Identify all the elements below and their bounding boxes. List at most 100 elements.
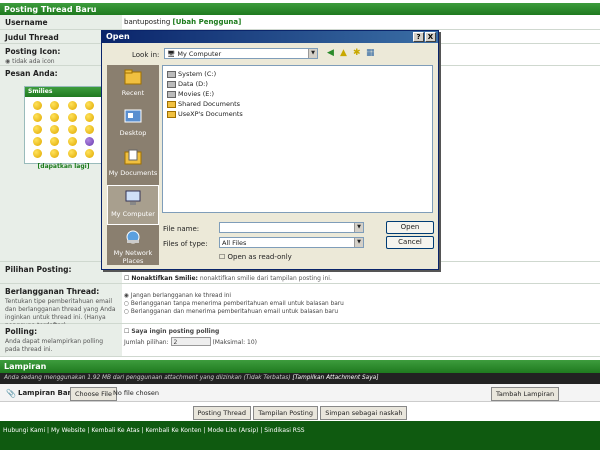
look-in-label: Look in: <box>132 51 160 59</box>
smiley-icon[interactable] <box>85 113 95 122</box>
username-row: Username bantuposting [Ubah Pengguna] <box>0 15 600 30</box>
sub-radio-1[interactable]: ◉ <box>124 293 129 299</box>
place-label-recent: Recent <box>121 89 145 97</box>
username-label: Username <box>0 15 122 29</box>
change-user-link[interactable]: [Ubah Pengguna] <box>173 18 242 26</box>
smiley-icon[interactable] <box>85 101 95 110</box>
poll-desc: Anda dapat melampirkan polling pada thre… <box>5 338 104 353</box>
cancel-button[interactable]: Cancel <box>386 236 434 249</box>
my-computer-icon <box>125 190 141 205</box>
file-list[interactable]: System (C:) Data (D:) Movies (E:) Shared… <box>162 65 433 213</box>
show-attachments-link[interactable]: [Tampilkan Attachment Saya] <box>292 375 378 381</box>
place-network[interactable]: My Network Places <box>107 225 159 265</box>
smiley-icon[interactable] <box>50 125 60 134</box>
smiley-icon[interactable] <box>67 125 77 134</box>
new-folder-icon[interactable]: ✱ <box>353 48 361 58</box>
smiley-icon[interactable] <box>50 101 60 110</box>
place-label-network: My Network Places <box>113 249 153 265</box>
back-icon[interactable]: ◀ <box>327 48 334 58</box>
smiley-icon[interactable] <box>67 113 77 122</box>
disable-smilies-label: Nonaktifkan Smilie: <box>131 275 198 282</box>
sub-option-3: Berlangganan dan menerima pemberitahuan … <box>130 309 339 315</box>
network-icon <box>126 230 140 244</box>
list-item[interactable]: System (C:) <box>165 69 430 79</box>
close-button[interactable]: X <box>425 32 436 42</box>
read-only-checkbox[interactable]: ☐ <box>219 253 225 261</box>
place-my-computer[interactable]: My Computer <box>107 185 159 225</box>
smiley-icon[interactable] <box>32 113 42 122</box>
smiley-icon[interactable] <box>50 137 60 146</box>
file-label: Movies (E:) <box>178 90 215 98</box>
place-recent[interactable]: Recent <box>107 65 159 105</box>
footer-links[interactable]: Hubungi Kami | My Website | Kembali Ke A… <box>3 427 305 434</box>
list-item[interactable]: UseXP's Documents <box>165 109 430 119</box>
username-value: bantuposting <box>124 18 171 26</box>
file-label: System (C:) <box>178 70 217 78</box>
page-header: Posting Thread Baru <box>0 3 600 15</box>
attachments-title: Lampiran <box>4 362 47 371</box>
look-in-value: My Computer <box>177 50 222 58</box>
icon-label: Posting Icon: <box>5 47 61 56</box>
drive-icon <box>167 70 176 78</box>
list-item[interactable]: Movies (E:) <box>165 89 430 99</box>
poll-max: (Maksimal: 10) <box>212 339 257 346</box>
action-bar: Posting Thread Tampilan Posting Simpan s… <box>0 406 600 420</box>
file-label: UseXP's Documents <box>178 110 243 118</box>
file-name-input[interactable]: ▼ <box>219 222 364 233</box>
sub-radio-3[interactable]: ○ <box>124 309 129 315</box>
smiley-icon[interactable] <box>32 137 42 146</box>
poll-label: Polling: <box>5 327 38 336</box>
open-dialog: Open ? X Look in: 🖥 My Computer ▼ ◀ ▲ ✱ … <box>101 30 439 270</box>
attachment-usage: Anda sedang menggunakan 1.92 MB dari pen… <box>4 375 291 381</box>
poll-options-input[interactable]: 2 <box>170 337 211 346</box>
desktop-icon <box>124 109 142 123</box>
places-bar: Recent Desktop My Documents My Computer … <box>107 65 159 265</box>
add-attachment-button[interactable]: Tambah Lampiran <box>491 387 560 401</box>
poll-options-label: Jumlah pilihan: <box>124 339 169 346</box>
list-item[interactable]: Data (D:) <box>165 79 430 89</box>
help-button[interactable]: ? <box>413 32 424 42</box>
post-thread-button[interactable]: Posting Thread <box>192 406 251 420</box>
look-in-select[interactable]: 🖥 My Computer ▼ <box>164 48 318 59</box>
paperclip-icon: 📎 <box>6 389 16 398</box>
poll-row: Polling: Anda dapat melampirkan polling … <box>0 324 600 357</box>
subscribe-label: Berlangganan Thread: <box>5 287 100 296</box>
chevron-down-icon: ▼ <box>354 223 363 232</box>
my-documents-icon <box>124 149 142 165</box>
no-icon-text: tidak ada icon <box>12 58 55 65</box>
smiley-icon[interactable] <box>85 137 95 146</box>
poll-checkbox[interactable]: ☐ <box>124 328 129 335</box>
attachment-usage-bar: Anda sedang menggunakan 1.92 MB dari pen… <box>0 373 600 384</box>
up-folder-icon[interactable]: ▲ <box>340 48 347 58</box>
read-only-label: Open as read-only <box>227 253 292 261</box>
list-item[interactable]: Shared Documents <box>165 99 430 109</box>
save-draft-button[interactable]: Simpan sebagai naskah <box>320 406 408 420</box>
place-label-my-computer: My Computer <box>111 210 155 218</box>
chevron-down-icon: ▼ <box>308 49 317 58</box>
file-label: Shared Documents <box>178 100 241 108</box>
more-smilies-link[interactable]: [dapatkan lagi] <box>25 163 102 170</box>
sub-option-1: Jangan berlangganan ke thread ini <box>130 293 232 299</box>
smiley-icon[interactable] <box>67 149 77 158</box>
disable-smilies-checkbox[interactable]: ☐ <box>124 275 129 282</box>
smiley-icon[interactable] <box>50 149 60 158</box>
smiley-icon[interactable] <box>50 113 60 122</box>
sub-radio-2[interactable]: ○ <box>124 301 129 307</box>
place-my-documents[interactable]: My Documents <box>107 145 159 185</box>
smiley-icon[interactable] <box>32 125 42 134</box>
smiley-icon[interactable] <box>85 149 95 158</box>
smiley-icon[interactable] <box>67 137 77 146</box>
views-icon[interactable]: ▦ <box>366 48 375 58</box>
chevron-down-icon: ▼ <box>354 238 363 247</box>
preview-post-button[interactable]: Tampilan Posting <box>253 406 318 420</box>
smiley-icon[interactable] <box>85 125 95 134</box>
choose-file-button[interactable]: Choose File <box>70 387 117 401</box>
place-desktop[interactable]: Desktop <box>107 105 159 145</box>
smiley-icon[interactable] <box>32 149 42 158</box>
smiley-icon[interactable] <box>32 101 42 110</box>
no-icon-radio[interactable]: ◉ <box>5 58 10 65</box>
files-of-type-value: All Files <box>222 239 247 247</box>
smiley-icon[interactable] <box>67 101 77 110</box>
open-button[interactable]: Open <box>386 221 434 234</box>
files-of-type-select[interactable]: All Files ▼ <box>219 237 364 248</box>
